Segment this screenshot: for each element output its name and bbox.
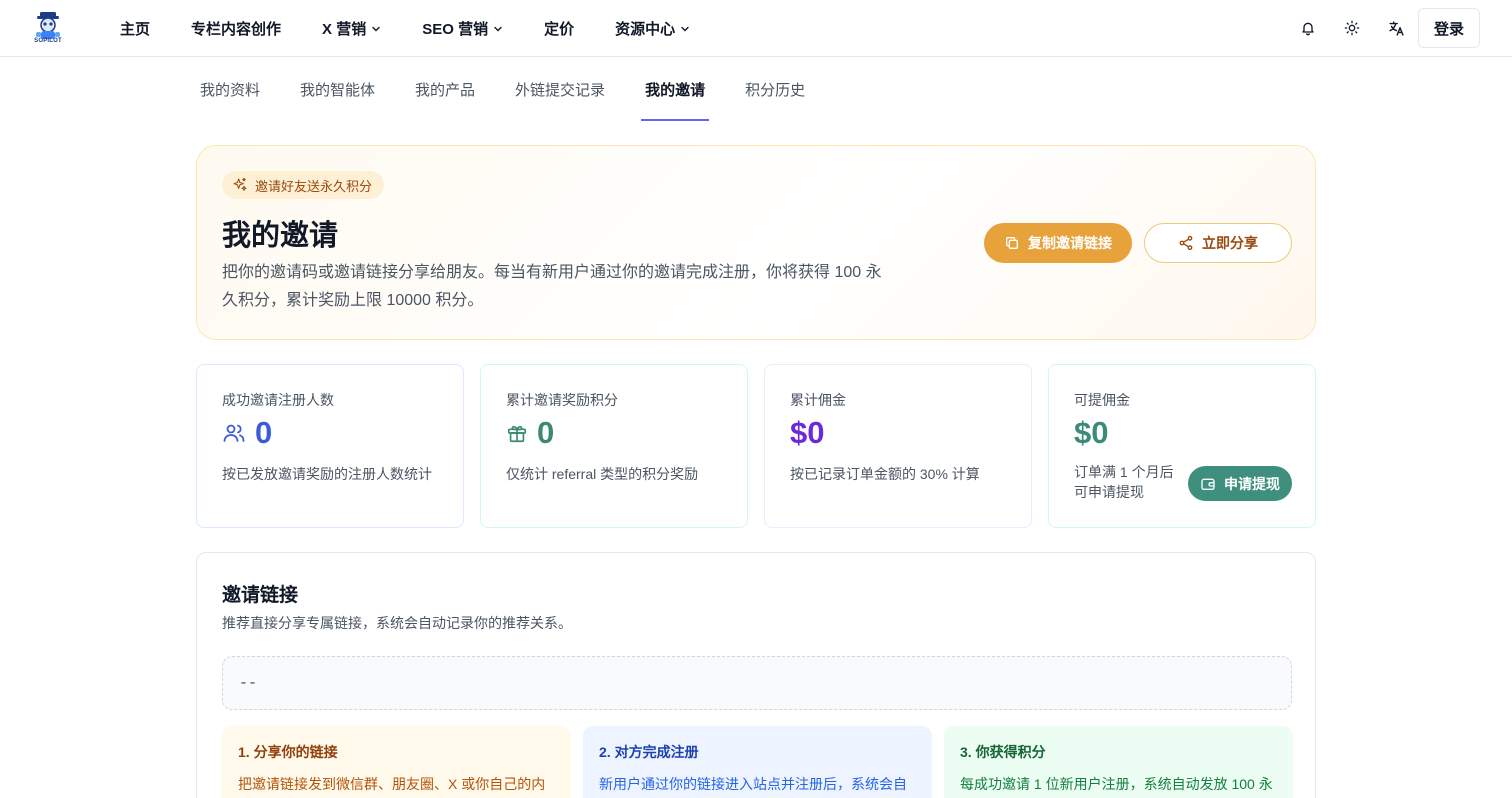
invite-hero-card: 邀请好友送永久积分 我的邀请 把你的邀请码或邀请链接分享给朋友。每当有新用户通过… xyxy=(196,145,1316,340)
stat-number: 0 xyxy=(255,415,273,450)
step-title: 2. 对方完成注册 xyxy=(599,744,699,760)
users-icon xyxy=(223,424,245,442)
nav-item-column-content[interactable]: 专栏内容创作 xyxy=(191,18,281,39)
stat-value: $0 xyxy=(1074,415,1108,451)
step-title: 3. 你获得积分 xyxy=(960,744,1046,760)
chevron-down-icon xyxy=(681,26,689,31)
step-title: 1. 分享你的链接 xyxy=(238,744,338,760)
main-nav: 主页 专栏内容创作 X 营销 SEO 营销 定价 资源中心 xyxy=(120,0,731,57)
stat-label: 累计佣金 xyxy=(790,392,846,408)
stat-number: $0 xyxy=(1074,415,1109,450)
request-withdrawal-button[interactable]: 申请提现 xyxy=(1188,466,1292,501)
nav-item-label: 专栏内容创作 xyxy=(191,21,282,38)
stat-number: $0 xyxy=(790,415,825,450)
tab-my-products[interactable]: 我的产品 xyxy=(411,57,479,121)
stat-label: 可提佣金 xyxy=(1074,392,1130,408)
copy-invite-link-button[interactable]: 复制邀请链接 xyxy=(984,223,1132,263)
stat-label: 成功邀请注册人数 xyxy=(222,392,334,408)
nav-item-label: 主页 xyxy=(120,21,151,38)
nav-item-label: X 营销 xyxy=(322,21,367,38)
copy-icon xyxy=(1006,237,1018,249)
invite-link-subtitle: 推荐直接分享专属链接，系统会自动记录你的推荐关系。 xyxy=(222,615,572,631)
wallet-icon xyxy=(1201,478,1215,490)
login-button[interactable]: 登录 xyxy=(1418,8,1480,48)
step-card-share-link: 1. 分享你的链接 把邀请链接发到微信群、朋友圈、X 或你自己的内容渠道。 xyxy=(222,726,571,798)
page-title: 我的邀请 xyxy=(222,220,339,252)
stat-label: 累计邀请奖励积分 xyxy=(506,392,618,408)
share-button-label: 立即分享 xyxy=(1202,235,1258,251)
tab-backlink-records[interactable]: 外链提交记录 xyxy=(511,57,609,121)
stat-note: 订单满 1 个月后可申请提现 xyxy=(1074,464,1174,500)
stat-card-withdrawable-commission: 可提佣金 $0 订单满 1 个月后可申请提现 申请提现 xyxy=(1048,364,1316,528)
notifications-button[interactable] xyxy=(1286,8,1330,48)
nav-item-resources[interactable]: 资源中心 xyxy=(615,18,690,39)
nav-item-x-marketing[interactable]: X 营销 xyxy=(322,18,381,39)
theme-toggle-button[interactable] xyxy=(1330,8,1374,48)
stat-value: 0 xyxy=(506,415,554,451)
sparkles-icon xyxy=(233,177,247,191)
badge-label: 邀请好友送永久积分 xyxy=(255,178,373,194)
step-description: 每成功邀请 1 位新用户注册，系统自动发放 100 永久积分到你的账户。 xyxy=(960,776,1273,792)
chevron-down-icon xyxy=(494,26,502,31)
tab-my-agents[interactable]: 我的智能体 xyxy=(296,57,379,121)
nav-item-seo-marketing[interactable]: SEO 营销 xyxy=(422,18,503,39)
nav-item-pricing[interactable]: 定价 xyxy=(544,18,574,39)
chevron-down-icon xyxy=(372,26,380,31)
top-navigation-bar: SOPILOT 主页 专栏内容创作 X 营销 SEO 营销 定价 资源中心 登录 xyxy=(0,0,1512,57)
stat-card-invited-users: 成功邀请注册人数 0 按已发放邀请奖励的注册人数统计 xyxy=(196,364,464,528)
nav-item-label: 资源中心 xyxy=(615,21,676,38)
invite-description: 把你的邀请码或邀请链接分享给朋友。每当有新用户通过你的邀请完成注册，你将获得 1… xyxy=(222,264,882,309)
invite-link-panel: 邀请链接 推荐直接分享专属链接，系统会自动记录你的推荐关系。 -- 1. 分享你… xyxy=(196,552,1316,798)
invite-link-field[interactable]: -- xyxy=(222,656,1292,710)
header-tools: 登录 xyxy=(1286,8,1480,48)
bell-icon xyxy=(1302,22,1314,36)
tab-points-history[interactable]: 积分历史 xyxy=(741,57,809,121)
step-description: 新用户通过你的链接进入站点并注册后，系统会自动绑定推荐关系。 xyxy=(599,776,907,792)
nav-item-label: 定价 xyxy=(544,21,575,38)
step-description: 把邀请链接发到微信群、朋友圈、X 或你自己的内容渠道。 xyxy=(238,776,546,792)
stat-note: 仅统计 referral 类型的积分奖励 xyxy=(506,466,699,482)
share-now-button[interactable]: 立即分享 xyxy=(1144,223,1292,263)
gift-icon xyxy=(507,425,527,443)
tab-my-profile[interactable]: 我的资料 xyxy=(196,57,264,121)
invite-link-title: 邀请链接 xyxy=(222,585,299,606)
nav-item-label: SEO 营销 xyxy=(422,21,489,38)
account-tabs: 我的资料 我的智能体 我的产品 外链提交记录 我的邀请 积分历史 xyxy=(196,57,841,121)
stat-value: 0 xyxy=(222,415,272,451)
sun-icon xyxy=(1344,20,1360,36)
stat-number: 0 xyxy=(537,415,555,450)
stat-note: 按已记录订单金额的 30% 计算 xyxy=(790,466,980,482)
withdraw-button-label: 申请提现 xyxy=(1224,475,1280,492)
robot-logo-icon xyxy=(36,12,60,39)
stat-card-total-commission: 累计佣金 $0 按已记录订单金额的 30% 计算 xyxy=(764,364,1032,528)
invite-promo-badge: 邀请好友送永久积分 xyxy=(222,171,385,199)
stat-card-referral-points: 累计邀请奖励积分 0 仅统计 referral 类型的积分奖励 xyxy=(480,364,748,528)
translate-icon xyxy=(1388,20,1404,36)
copy-button-label: 复制邀请链接 xyxy=(1028,235,1112,251)
stat-value: $0 xyxy=(790,415,824,451)
logo-text: SOPILOT xyxy=(34,38,62,44)
tab-my-invitations[interactable]: 我的邀请 xyxy=(641,57,710,121)
nav-item-home[interactable]: 主页 xyxy=(120,18,150,39)
step-card-friend-registers: 2. 对方完成注册 新用户通过你的链接进入站点并注册后，系统会自动绑定推荐关系。 xyxy=(583,726,932,798)
language-button[interactable] xyxy=(1374,8,1418,48)
step-card-earn-points: 3. 你获得积分 每成功邀请 1 位新用户注册，系统自动发放 100 永久积分到… xyxy=(944,726,1293,798)
share-icon xyxy=(1179,235,1193,251)
stat-note: 按已发放邀请奖励的注册人数统计 xyxy=(222,466,432,482)
